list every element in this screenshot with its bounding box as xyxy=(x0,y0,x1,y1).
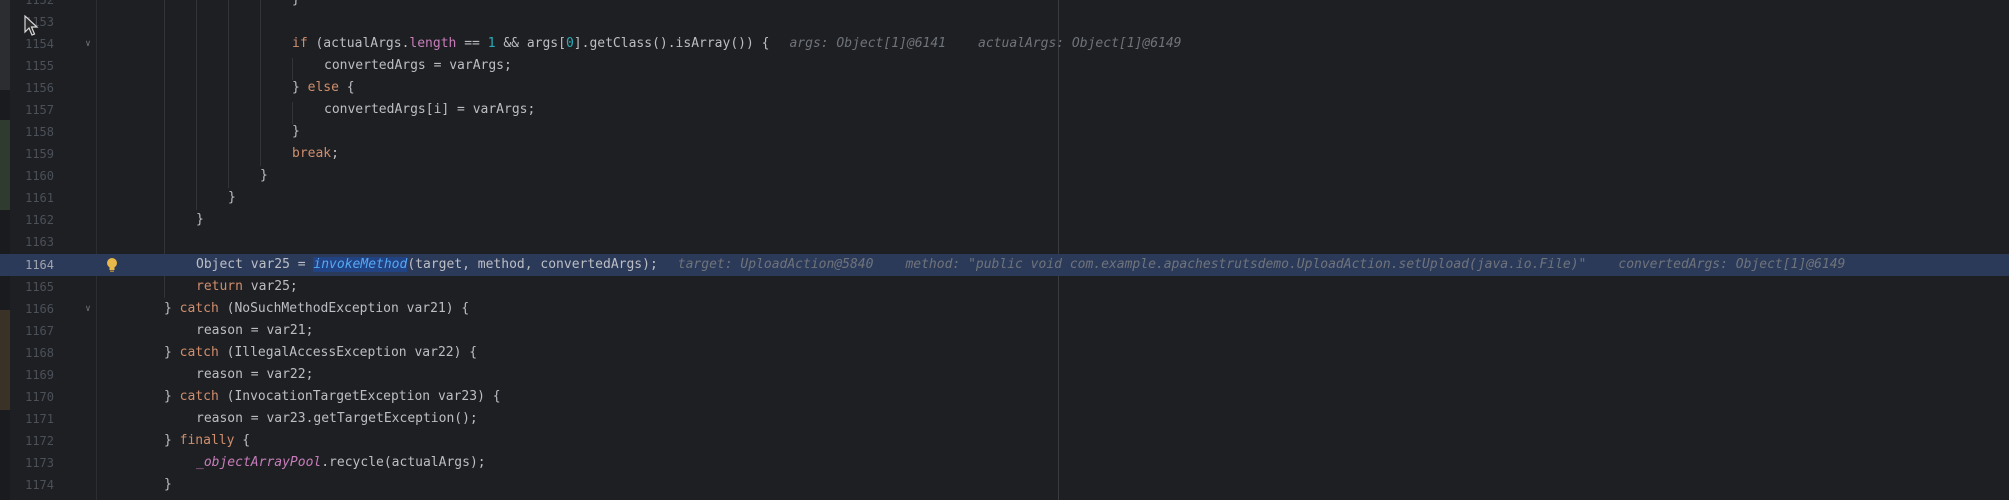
line-number: 1152 xyxy=(25,0,54,7)
line-number: 1160 xyxy=(25,169,54,183)
line-number: 1155 xyxy=(25,59,54,73)
line-number: 1158 xyxy=(25,125,54,139)
lightbulb-icon[interactable] xyxy=(104,256,120,274)
code-text: } xyxy=(164,477,172,492)
line-number: 1165 xyxy=(25,280,54,294)
code-line[interactable]: 1173 _objectArrayPool.recycle(actualArgs… xyxy=(0,452,2009,474)
code-line[interactable]: 1152 } xyxy=(0,0,2009,11)
line-number: 1161 xyxy=(25,191,54,205)
code-text: Object var25 = invokeMethod(target, meth… xyxy=(196,257,1846,272)
line-number: 1163 xyxy=(25,235,54,249)
line-number: 1171 xyxy=(25,412,54,426)
code-line[interactable]: 1169 reason = var22; xyxy=(0,364,2009,386)
inline-debug-value: args: Object[1]@6141 xyxy=(789,36,947,51)
code-line[interactable]: 1166 ∨ } catch (NoSuchMethodException va… xyxy=(0,298,2009,320)
code-text: } xyxy=(228,190,236,205)
code-text: convertedArgs = varArgs; xyxy=(324,58,512,73)
code-text: } else { xyxy=(292,80,355,95)
inline-debug-value: actualArgs: Object[1]@6149 xyxy=(978,36,1182,51)
code-line[interactable]: 1163 xyxy=(0,231,2009,253)
code-line[interactable]: 1171 reason = var23.getTargetException()… xyxy=(0,408,2009,430)
code-line[interactable]: 1170 } catch (InvocationTargetException … xyxy=(0,386,2009,408)
line-number: 1156 xyxy=(25,81,54,95)
code-line[interactable]: 1162 } xyxy=(0,209,2009,231)
code-line[interactable]: 1167 reason = var21; xyxy=(0,320,2009,342)
code-text: } catch (NoSuchMethodException var21) { xyxy=(164,301,470,316)
code-text: reason = var21; xyxy=(196,323,314,338)
fold-chevron-icon[interactable]: ∨ xyxy=(82,298,94,320)
code-text: _objectArrayPool.recycle(actualArgs); xyxy=(196,455,486,470)
code-text: } xyxy=(260,168,268,183)
code-text: convertedArgs[i] = varArgs; xyxy=(324,102,536,117)
line-number: 1162 xyxy=(25,213,54,227)
inline-debug-value: target: UploadAction@5840 xyxy=(677,257,874,272)
code-line[interactable]: 1157 convertedArgs[i] = varArgs; xyxy=(0,99,2009,121)
code-text: } xyxy=(292,124,300,139)
code-text: } xyxy=(196,212,204,227)
fold-chevron-icon[interactable]: ∨ xyxy=(82,33,94,55)
code-text: reason = var23.getTargetException(); xyxy=(196,411,478,426)
line-number: 1157 xyxy=(25,103,54,117)
code-line[interactable]: 1155 convertedArgs = varArgs; xyxy=(0,55,2009,77)
line-number: 1168 xyxy=(25,346,54,360)
line-number: 1167 xyxy=(25,324,54,338)
code-line[interactable]: 1153 xyxy=(0,11,2009,33)
code-text: reason = var22; xyxy=(196,367,314,382)
code-line[interactable]: 1154 ∨ if (actualArgs.length == 1 && arg… xyxy=(0,33,2009,55)
code-editor[interactable]: 1152 } 1153 1154 ∨ if (actualArgs.length… xyxy=(0,0,2009,500)
mouse-pointer-icon xyxy=(24,14,40,37)
inline-debug-value: method: "public void com.example.apaches… xyxy=(905,257,1587,272)
code-line[interactable]: 1168 } catch (IllegalAccessException var… xyxy=(0,342,2009,364)
code-line[interactable]: 1156 } else { xyxy=(0,77,2009,99)
line-number: 1173 xyxy=(25,456,54,470)
code-text: } finally { xyxy=(164,433,251,448)
current-execution-line[interactable]: 1164 Object var25 = invokeMethod(target,… xyxy=(0,254,2009,276)
line-number: 1172 xyxy=(25,434,54,448)
inline-debug-value: convertedArgs: Object[1]@6149 xyxy=(1618,257,1846,272)
line-number: 1159 xyxy=(25,147,54,161)
code-text: break; xyxy=(292,146,339,161)
code-text: if (actualArgs.length == 1 && args[0].ge… xyxy=(292,36,1182,51)
code-line[interactable]: 1172 } finally { xyxy=(0,430,2009,452)
code-line[interactable]: 1161 } xyxy=(0,187,2009,209)
line-number: 1166 xyxy=(25,302,54,316)
line-number: 1164 xyxy=(25,258,54,272)
code-line[interactable]: 1159 break; xyxy=(0,143,2009,165)
code-line[interactable]: 1174 } xyxy=(0,474,2009,496)
code-text: } catch (IllegalAccessException var22) { xyxy=(164,345,478,360)
code-text: } xyxy=(292,0,300,11)
code-line[interactable]: 1165 return var25; xyxy=(0,276,2009,298)
line-number: 1174 xyxy=(25,478,54,492)
code-text: } catch (InvocationTargetException var23… xyxy=(164,389,501,404)
code-text: return var25; xyxy=(196,279,298,294)
code-line[interactable]: 1160 } xyxy=(0,165,2009,187)
code-line[interactable]: 1158 } xyxy=(0,121,2009,143)
line-number: 1170 xyxy=(25,390,54,404)
line-number: 1169 xyxy=(25,368,54,382)
selected-method-call: invokeMethod xyxy=(313,257,408,272)
